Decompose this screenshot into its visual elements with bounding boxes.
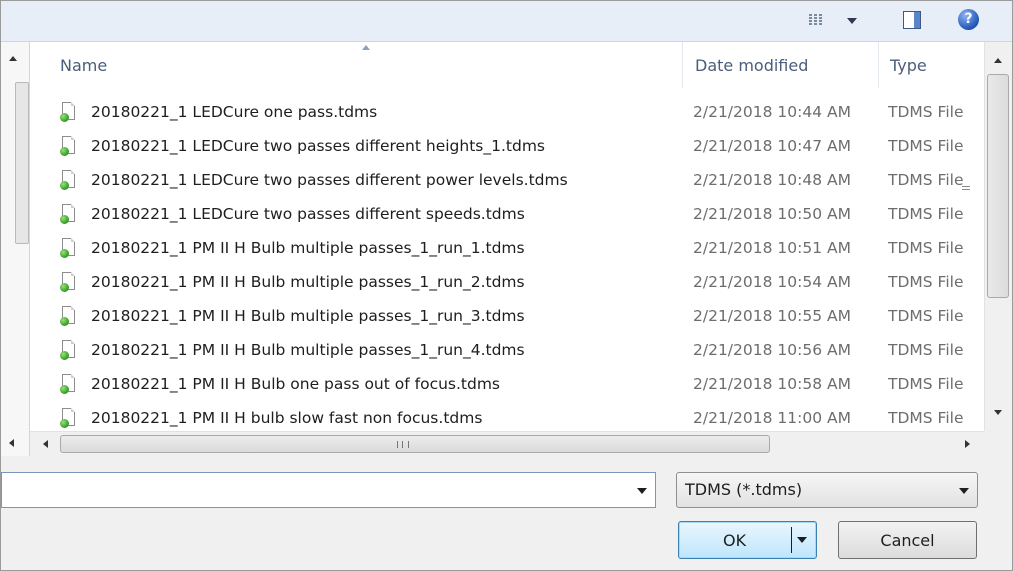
file-row[interactable]: 20180221_1 LEDCure two passes different … <box>30 198 984 232</box>
scrollbar-grip-icon <box>962 184 970 192</box>
tdms-file-icon <box>60 306 76 326</box>
tdms-file-icon <box>60 204 76 224</box>
file-type: TDMS File <box>888 375 964 393</box>
file-type-filter-value: TDMS (*.tdms) <box>685 480 803 499</box>
file-type: TDMS File <box>888 239 964 257</box>
file-type: TDMS File <box>888 273 964 291</box>
file-name: 20180221_1 LEDCure two passes different … <box>91 205 525 223</box>
vertical-scrollbar[interactable] <box>984 42 1012 431</box>
file-name: 20180221_1 PM II H bulb slow fast non fo… <box>91 409 483 427</box>
ok-split-button[interactable]: OK <box>678 521 817 559</box>
nav-scroll-up-arrow[interactable] <box>9 56 17 61</box>
split-divider <box>791 527 792 553</box>
command-bar: ? <box>1 1 1012 42</box>
sort-arrow-icon <box>362 45 370 50</box>
preview-pane-icon <box>903 11 921 29</box>
dialog-footer: TDMS (*.tdms) OK Cancel <box>1 456 1012 570</box>
chevron-down-icon[interactable] <box>797 537 807 543</box>
chevron-down-icon[interactable] <box>637 488 647 494</box>
file-date-modified: 2/21/2018 10:58 AM <box>693 375 851 393</box>
nav-pane-corner <box>1 431 29 455</box>
file-name: 20180221_1 PM II H Bulb multiple passes_… <box>91 239 525 257</box>
file-row[interactable]: 20180221_1 PM II H Bulb multiple passes_… <box>30 232 984 266</box>
file-date-modified: 2/21/2018 10:54 AM <box>693 273 851 291</box>
tdms-file-icon <box>60 374 76 394</box>
file-row[interactable]: 20180221_1 PM II H Bulb multiple passes_… <box>30 266 984 300</box>
horizontal-scrollbar-thumb[interactable] <box>60 435 770 453</box>
file-date-modified: 2/21/2018 10:56 AM <box>693 341 851 359</box>
details-view-icon <box>809 13 823 27</box>
file-rows: 20180221_1 LEDCure one pass.tdms 2/21/20… <box>30 96 984 431</box>
tdms-file-icon <box>60 238 76 258</box>
scroll-down-arrow[interactable] <box>994 410 1002 415</box>
file-name-combobox[interactable] <box>1 472 656 508</box>
preview-pane-button[interactable] <box>899 9 925 31</box>
file-date-modified: 2/21/2018 10:48 AM <box>693 171 851 189</box>
file-name: 20180221_1 PM II H Bulb one pass out of … <box>91 375 501 393</box>
file-date-modified: 2/21/2018 11:00 AM <box>693 409 851 427</box>
file-name: 20180221_1 LEDCure one pass.tdms <box>91 103 378 121</box>
help-button[interactable]: ? <box>957 8 981 32</box>
file-date-modified: 2/21/2018 10:55 AM <box>693 307 851 325</box>
file-row[interactable]: 20180221_1 LEDCure two passes different … <box>30 130 984 164</box>
column-divider[interactable] <box>878 42 879 88</box>
file-date-modified: 2/21/2018 10:50 AM <box>693 205 851 223</box>
file-name: 20180221_1 PM II H Bulb multiple passes_… <box>91 273 525 291</box>
cancel-button-label: Cancel <box>880 531 935 550</box>
nav-scrollbar-thumb[interactable] <box>15 82 29 244</box>
file-type: TDMS File <box>888 205 964 223</box>
navigation-pane <box>1 42 30 462</box>
file-name: 20180221_1 LEDCure two passes different … <box>91 137 545 155</box>
chevron-down-icon <box>959 488 969 494</box>
column-header-name[interactable]: Name <box>60 56 107 75</box>
file-name: 20180221_1 PM II H Bulb multiple passes_… <box>91 307 525 325</box>
file-list: Name Date modified Type 20180221_1 LEDCu… <box>30 42 984 431</box>
tdms-file-icon <box>60 170 76 190</box>
file-row[interactable]: 20180221_1 PM II H Bulb one pass out of … <box>30 368 984 402</box>
tdms-file-icon <box>60 102 76 122</box>
file-name: 20180221_1 PM II H Bulb multiple passes_… <box>91 341 525 359</box>
scroll-right-arrow[interactable] <box>965 440 970 448</box>
file-type: TDMS File <box>888 103 964 121</box>
vertical-scrollbar-thumb[interactable] <box>987 74 1009 298</box>
horizontal-scrollbar[interactable] <box>30 431 984 456</box>
file-row[interactable]: 20180221_1 PM II H bulb slow fast non fo… <box>30 402 984 431</box>
file-date-modified: 2/21/2018 10:47 AM <box>693 137 851 155</box>
file-row[interactable]: 20180221_1 PM II H Bulb multiple passes_… <box>30 334 984 368</box>
scrollbar-grip-icon <box>397 441 409 448</box>
chevron-down-icon <box>847 18 857 24</box>
file-date-modified: 2/21/2018 10:44 AM <box>693 103 851 121</box>
file-type: TDMS File <box>888 409 964 427</box>
file-type: TDMS File <box>888 341 964 359</box>
nav-scroll-left-arrow[interactable] <box>9 439 14 447</box>
file-type-filter-select[interactable]: TDMS (*.tdms) <box>676 472 978 508</box>
file-name: 20180221_1 LEDCure two passes different … <box>91 171 568 189</box>
column-header-type[interactable]: Type <box>890 56 927 75</box>
scroll-up-arrow[interactable] <box>994 58 1002 63</box>
column-header-row: Name Date modified Type <box>30 42 984 88</box>
change-view-button[interactable] <box>797 7 877 33</box>
help-icon: ? <box>958 9 979 30</box>
column-divider[interactable] <box>682 42 683 88</box>
file-type: TDMS File <box>888 171 964 189</box>
column-header-date-modified[interactable]: Date modified <box>695 56 808 75</box>
cancel-button[interactable]: Cancel <box>838 521 977 559</box>
tdms-file-icon <box>60 136 76 156</box>
file-date-modified: 2/21/2018 10:51 AM <box>693 239 851 257</box>
file-type: TDMS File <box>888 137 964 155</box>
tdms-file-icon <box>60 408 76 428</box>
file-type: TDMS File <box>888 307 964 325</box>
file-row[interactable]: 20180221_1 LEDCure two passes different … <box>30 164 984 198</box>
tdms-file-icon <box>60 340 76 360</box>
tdms-file-icon <box>60 272 76 292</box>
file-row[interactable]: 20180221_1 LEDCure one pass.tdms 2/21/20… <box>30 96 984 130</box>
file-row[interactable]: 20180221_1 PM II H Bulb multiple passes_… <box>30 300 984 334</box>
file-open-dialog: ? Name Date modified Type 20180221_1 LED… <box>0 0 1013 571</box>
ok-button-label: OK <box>723 531 747 550</box>
scroll-left-arrow[interactable] <box>43 440 48 448</box>
